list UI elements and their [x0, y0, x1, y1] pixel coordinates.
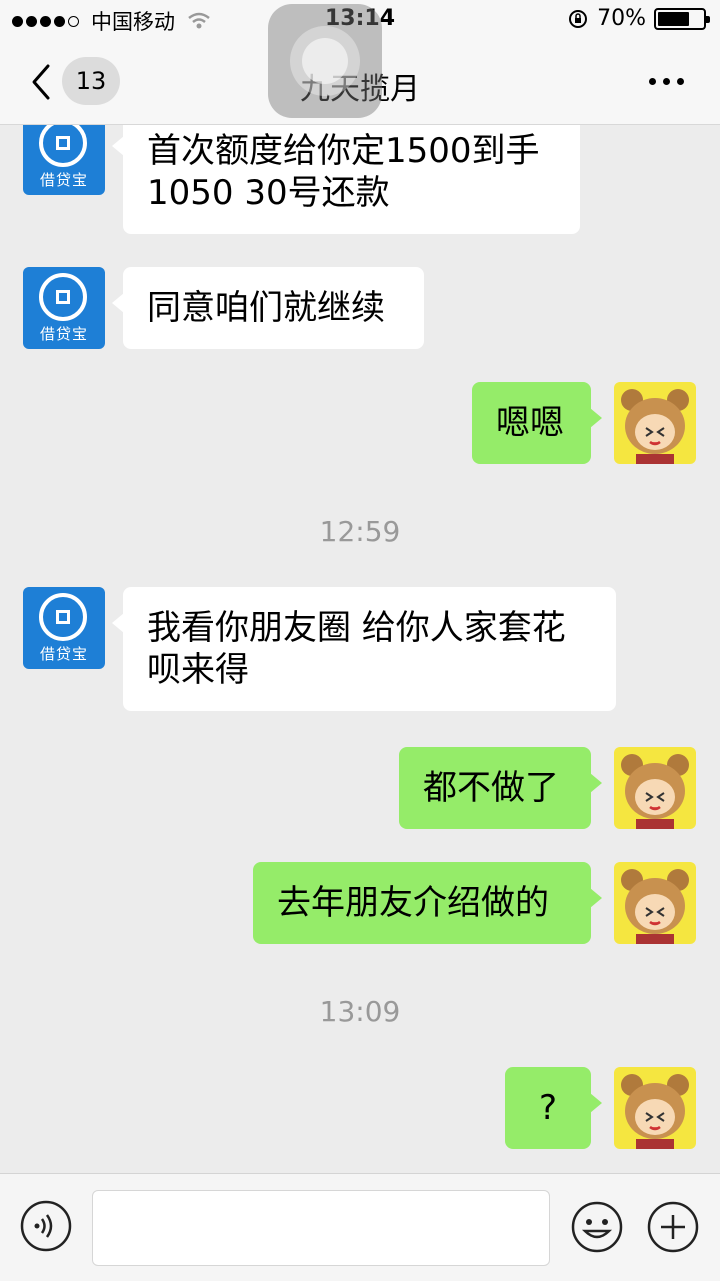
message-bubble-received[interactable]: 首次额度给你定1500到手1050 30号还款 — [112, 125, 580, 234]
message-timestamp: 13:09 — [319, 995, 401, 1028]
assistive-touch-button[interactable] — [268, 4, 382, 118]
contact-avatar[interactable]: 借贷宝 — [23, 125, 105, 195]
chat-messages[interactable]: 借贷宝 首次额度给你定1500到手1050 30号还款 借贷宝 同意咱们就继续 … — [0, 125, 720, 1173]
user-avatar[interactable] — [614, 747, 696, 829]
message-timestamp: 12:59 — [319, 515, 401, 548]
message-bubble-sent[interactable]: 去年朋友介绍做的 — [253, 862, 602, 944]
battery-percent: 70% — [597, 6, 646, 31]
battery-icon — [654, 7, 710, 30]
more-horizontal-icon[interactable] — [649, 78, 684, 85]
contact-avatar[interactable]: 借贷宝 — [23, 587, 105, 669]
user-avatar[interactable] — [614, 382, 696, 464]
message-bubble-received[interactable]: 同意咱们就继续 — [112, 267, 424, 349]
user-avatar[interactable] — [614, 1067, 696, 1149]
message-input[interactable] — [92, 1190, 550, 1266]
emoji-icon[interactable] — [570, 1200, 624, 1254]
message-bubble-received[interactable]: 我看你朋友圈 给你人家套花呗来得 — [112, 587, 616, 711]
chat-input-bar — [0, 1173, 720, 1281]
message-bubble-sent[interactable]: ? — [505, 1067, 602, 1149]
rotation-lock-icon — [569, 9, 588, 28]
user-avatar[interactable] — [614, 862, 696, 944]
message-bubble-sent[interactable]: 都不做了 — [399, 747, 602, 829]
plus-icon[interactable] — [646, 1200, 700, 1254]
voice-icon[interactable] — [20, 1200, 72, 1252]
message-bubble-sent[interactable]: 嗯嗯 — [472, 382, 602, 464]
contact-avatar[interactable]: 借贷宝 — [23, 267, 105, 349]
